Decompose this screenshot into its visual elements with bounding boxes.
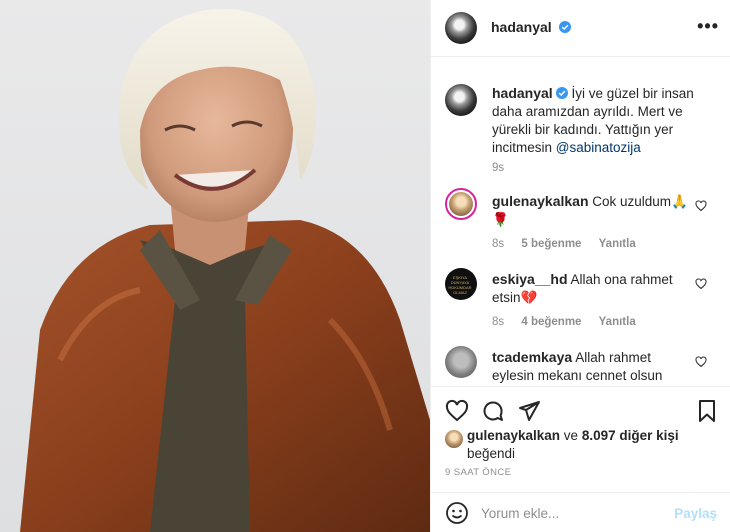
comment-icon[interactable] [481,399,505,423]
comment-text: tcademkaya Allah rahmet eylesin mekanı c… [492,348,692,385]
comment-time[interactable]: 8s [492,316,504,328]
comment-text: eskiya__hd Allah ona rahmet etsin💔 [492,270,692,307]
caption-mention[interactable]: @sabinatozija [556,140,641,155]
comment-line-2: etsin💔 [492,290,538,305]
caption-line-1: İyi ve güzel bir insan [571,86,694,101]
likes-suffix: beğendi [467,446,516,461]
comment-time[interactable]: 8s [492,238,504,250]
caption-line-3: yürekli bir kadındı. Yattığın yer [492,122,674,137]
comment-username[interactable]: gulenaykalkan [492,193,589,209]
comment-likes[interactable]: 5 beğenme [521,238,581,250]
post-actions: gulenaykalkan ve 8.097 diğer kişi beğend… [431,386,730,532]
caption-text: hadanyal İyi ve güzel bir insan daha ara… [492,84,694,157]
emoji-icon[interactable] [445,501,469,525]
comment-like-heart-icon[interactable] [695,356,707,368]
post-detail-panel: hadanyal ••• hadanyal İyi ve güzel bir i… [430,0,730,532]
reply-button[interactable]: Yanıtla [599,316,636,328]
comment-item: tcademkaya Allah rahmet eylesin mekanı c… [445,346,717,386]
likes-others[interactable]: 8.097 diğer kişi [582,428,679,443]
bookmark-icon[interactable] [695,399,719,423]
heart-icon[interactable] [445,399,469,423]
caption-meta: 9s [492,162,518,174]
liker-username[interactable]: gulenaykalkan [467,428,560,443]
comment-like-heart-icon[interactable] [695,200,707,212]
post-timestamp[interactable]: 9 SAAT ÖNCE [445,467,511,478]
comment-avatar[interactable] [445,346,477,378]
comment-line-2: eylesin mekanı cennet olsun [492,368,663,383]
avatar-logo-text: EŞKIYA DÜNYAYA HÜKÜMDAR OLMAZ [448,275,472,295]
author-username[interactable]: hadanyal [491,19,552,35]
likes-connector: ve [560,428,582,443]
comment-input[interactable]: Yorum ekle... [481,506,559,521]
comment-avatar[interactable] [445,188,477,220]
comments-list[interactable]: hadanyal İyi ve güzel bir insan daha ara… [431,58,730,386]
caption-line-2: daha aramızdan ayrıldı. Mert ve [492,104,683,119]
comment-text: gulenaykalkan Cok uzuldum🙏 🌹 [492,192,692,229]
comment-line-2: 🌹 [492,212,509,227]
post-header: hadanyal ••• [431,0,730,57]
post-photo[interactable] [0,0,430,532]
caption: hadanyal İyi ve güzel bir insan daha ara… [445,84,717,184]
share-icon[interactable] [517,399,541,423]
caption-avatar[interactable] [445,84,477,116]
comment-line-1: Allah ona rahmet [570,272,673,287]
verified-badge-icon [559,21,572,33]
comment-likes[interactable]: 4 beğenme [521,316,581,328]
post-comment-button[interactable]: Paylaş [674,506,717,521]
comment-line-1: Cok uzuldum🙏 [592,194,688,209]
caption-time[interactable]: 9s [492,162,504,174]
likes-summary: gulenaykalkan ve 8.097 diğer kişi beğend… [447,427,717,463]
comment-avatar[interactable]: EŞKIYA DÜNYAYA HÜKÜMDAR OLMAZ [445,268,477,300]
comment-meta: 8s 5 beğenme Yanıtla [492,238,650,250]
reply-button[interactable]: Yanıtla [599,238,636,250]
caption-line-4: incitmesin [492,140,556,155]
author-avatar[interactable] [445,12,477,44]
verified-badge-icon [555,87,568,99]
author-name-row: hadanyal [491,19,572,37]
comment-username[interactable]: eskiya__hd [492,271,568,287]
comment-line-1: Allah rahmet [575,350,651,365]
comment-meta: 8s 4 beğenme Yanıtla [492,316,650,328]
comment-like-heart-icon[interactable] [695,278,707,290]
comment-username[interactable]: tcademkaya [492,349,572,365]
add-comment-bar: Yorum ekle... Paylaş [431,492,730,532]
more-options-icon[interactable]: ••• [697,17,719,35]
photo-woman-portrait [20,9,430,532]
comment-item: gulenaykalkan Cok uzuldum🙏 🌹 8s 5 beğenm… [445,188,717,258]
caption-username[interactable]: hadanyal [492,85,553,101]
comment-item: EŞKIYA DÜNYAYA HÜKÜMDAR OLMAZ eskiya__hd… [445,268,717,338]
